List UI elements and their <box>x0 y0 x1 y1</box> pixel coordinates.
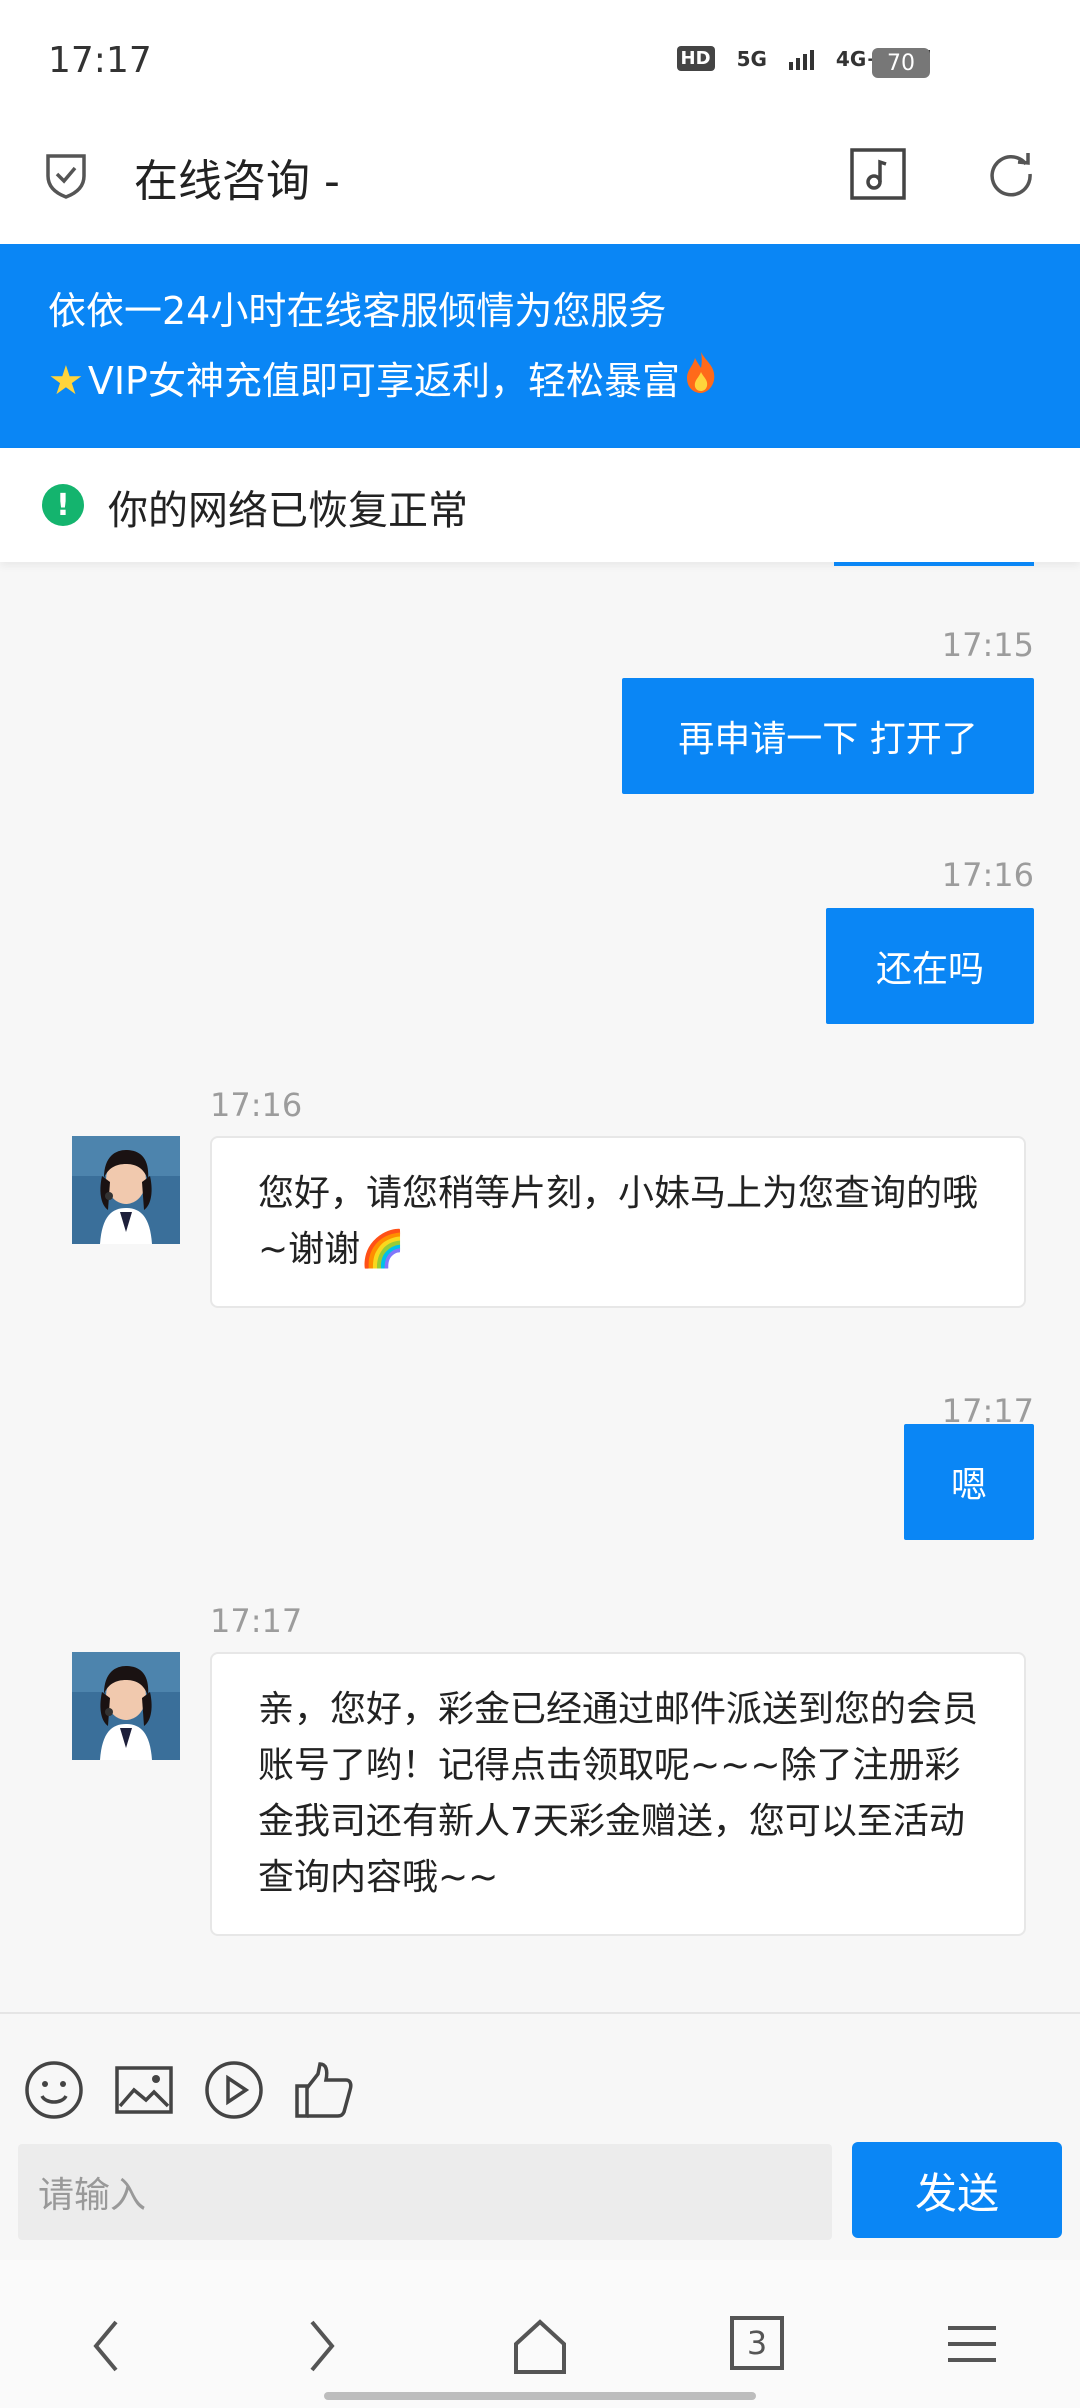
fire-icon <box>684 346 718 416</box>
banner-line-2-text: VIP女神充值即可享返利，轻松暴富 <box>87 359 680 403</box>
status-bar: 17:17 HD 5G 4G+ 70 <box>0 0 1080 120</box>
message-input[interactable]: 请输入 <box>18 2144 832 2240</box>
message-time: 17:16 <box>941 856 1034 894</box>
home-icon[interactable] <box>510 2316 570 2380</box>
back-icon[interactable] <box>86 2316 126 2380</box>
agent-avatar <box>72 1652 180 1760</box>
partial-message-bubble <box>834 562 1034 566</box>
status-time: 17:17 <box>48 40 152 81</box>
message-time: 17:16 <box>210 1086 303 1124</box>
5g-signal-icon: 5G <box>736 46 767 71</box>
outgoing-message: 还在吗 <box>826 908 1034 1024</box>
agent-avatar <box>72 1136 180 1244</box>
chat-area[interactable]: 17:15 再申请一下 打开了 17:16 还在吗 17:16 您好，请您稍等片… <box>0 562 1080 2012</box>
music-note-icon[interactable] <box>850 148 906 204</box>
shield-check-icon[interactable] <box>44 150 88 204</box>
alert-icon: ! <box>42 484 84 526</box>
page-title: 在线咨询 - <box>134 156 340 207</box>
tabs-button[interactable]: 3 <box>730 2316 784 2370</box>
banner-line-1: 依依一24小时在线客服倾情为您服务 <box>48 289 667 333</box>
video-play-icon[interactable] <box>204 2060 264 2124</box>
image-icon[interactable] <box>114 2060 174 2124</box>
hd-icon: HD <box>676 46 715 71</box>
incoming-message: 您好，请您稍等片刻，小妹马上为您查询的哦~谢谢🌈 <box>210 1136 1026 1308</box>
menu-icon[interactable] <box>944 2316 1000 2376</box>
forward-icon[interactable] <box>302 2316 342 2380</box>
banner-line-2: ★ VIP女神充值即可享返利，轻松暴富 <box>48 346 1080 416</box>
outgoing-message: 再申请一下 打开了 <box>622 678 1034 794</box>
home-indicator[interactable] <box>324 2392 756 2400</box>
message-time: 17:17 <box>210 1602 303 1640</box>
star-icon: ★ <box>48 358 84 404</box>
send-button[interactable]: 发送 <box>852 2142 1062 2238</box>
signal-bars-icon <box>788 48 814 70</box>
incoming-message: 亲，您好，彩金已经通过邮件派送到您的会员账号了哟！记得点击领取呢~~~除了注册彩… <box>210 1652 1026 1936</box>
outgoing-message: 嗯 <box>904 1424 1034 1540</box>
message-time: 17:15 <box>941 626 1034 664</box>
network-notice-text: 你的网络已恢复正常 <box>108 488 468 534</box>
thumbs-up-icon[interactable] <box>294 2060 354 2124</box>
network-notice: ! 你的网络已恢复正常 <box>0 448 1080 562</box>
refresh-icon[interactable] <box>986 148 1036 202</box>
emoji-icon[interactable] <box>24 2060 84 2124</box>
battery-icon: 70 <box>872 48 930 78</box>
promo-banner: 依依一24小时在线客服倾情为您服务 ★ VIP女神充值即可享返利，轻松暴富 <box>0 244 1080 448</box>
